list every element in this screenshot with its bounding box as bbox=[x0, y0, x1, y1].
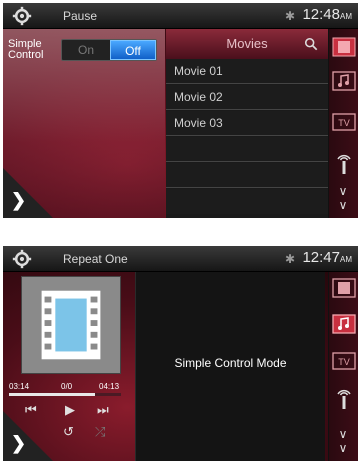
music-note-icon[interactable] bbox=[332, 314, 356, 334]
svg-text:TV: TV bbox=[338, 357, 350, 367]
list-item[interactable]: Movie 03 bbox=[166, 111, 328, 136]
elapsed-time: 03:14 bbox=[9, 382, 30, 391]
film-icon[interactable] bbox=[332, 278, 356, 298]
progress-bar[interactable] bbox=[9, 393, 121, 396]
simple-control-label: Simple Control bbox=[8, 38, 44, 61]
radio-antenna-icon[interactable] bbox=[332, 384, 356, 412]
progress-fill bbox=[9, 393, 96, 396]
svg-text:TV: TV bbox=[338, 118, 350, 128]
playback-status: Pause bbox=[63, 9, 98, 23]
radio-antenna-icon[interactable] bbox=[332, 149, 356, 177]
repeat-icon[interactable]: ↺ bbox=[63, 424, 74, 440]
bluetooth-icon: ✱ bbox=[285, 9, 296, 23]
track-index: 0/0 bbox=[61, 382, 73, 391]
list-item[interactable]: Movie 02 bbox=[166, 85, 328, 110]
bluetooth-icon: ✱ bbox=[285, 252, 296, 266]
toggle-off-button[interactable]: Off bbox=[110, 40, 156, 60]
top-bar: Repeat One ✱ 12:47AM bbox=[3, 246, 358, 272]
playback-status: Repeat One bbox=[63, 252, 128, 266]
double-chevron-down-icon[interactable]: ∨ ∨ bbox=[328, 427, 358, 455]
album-art bbox=[21, 276, 121, 374]
shuffle-icon[interactable]: ⤮ bbox=[95, 424, 105, 440]
clock: 12:47AM bbox=[302, 249, 352, 266]
tv-icon[interactable]: TV bbox=[332, 352, 356, 372]
source-rail: TV ∨ ∨ bbox=[328, 29, 358, 218]
next-track-icon[interactable]: ⏭ bbox=[97, 402, 109, 418]
double-chevron-down-icon[interactable]: ∨ ∨ bbox=[328, 184, 358, 212]
movies-title: Movies bbox=[226, 36, 268, 51]
list-item[interactable]: Movie 01 bbox=[166, 59, 328, 84]
toggle-on-button[interactable]: On bbox=[62, 40, 110, 60]
film-icon bbox=[41, 290, 101, 360]
play-icon[interactable]: ▶ bbox=[65, 402, 75, 418]
chevron-right-icon[interactable]: ❯ bbox=[11, 433, 26, 454]
source-rail: TV ∨ ∨ bbox=[328, 272, 358, 461]
total-time: 04:13 bbox=[99, 382, 120, 391]
clock: 12:48AM bbox=[302, 6, 352, 23]
mode-text: Simple Control Mode bbox=[174, 356, 287, 370]
main-display: Simple Control Mode bbox=[135, 272, 325, 461]
simple-control-panel: Simple Control On Off ❯ bbox=[3, 29, 165, 218]
list-item-empty bbox=[166, 189, 328, 214]
list-item-empty bbox=[166, 137, 328, 162]
screen-1: Pause ✱ 12:48AM Simple Control On Off ❯ … bbox=[3, 3, 358, 218]
tv-icon[interactable]: TV bbox=[332, 113, 356, 133]
gear-icon[interactable] bbox=[11, 249, 33, 269]
chevron-right-icon[interactable]: ❯ bbox=[11, 190, 26, 211]
screen-2: Repeat One ✱ 12:47AM 03:14 0/0 04:13 ⏮ ▶… bbox=[3, 246, 358, 461]
list-item-empty bbox=[166, 163, 328, 188]
movies-list: Movies Movie 01 Movie 02 Movie 03 bbox=[166, 29, 328, 218]
film-icon[interactable] bbox=[332, 37, 356, 57]
gear-icon[interactable] bbox=[11, 6, 33, 26]
search-icon[interactable] bbox=[304, 37, 318, 51]
top-bar: Pause ✱ 12:48AM bbox=[3, 3, 358, 29]
music-note-icon[interactable] bbox=[332, 71, 356, 91]
simple-control-toggle[interactable]: On Off bbox=[61, 39, 157, 61]
